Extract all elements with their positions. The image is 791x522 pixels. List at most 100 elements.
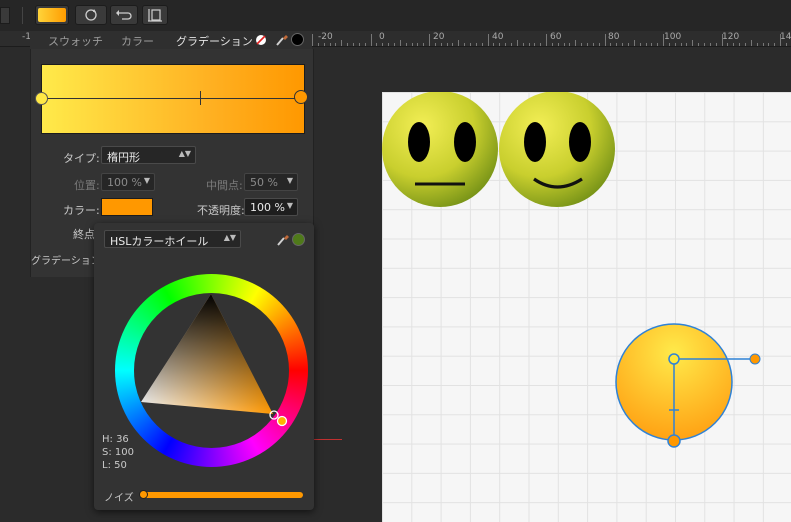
tab-swatches[interactable]: スウォッチ [48, 33, 103, 49]
ruler-tick [768, 43, 770, 46]
ruler-tick [481, 43, 483, 46]
ruler-tick [663, 34, 664, 46]
hue-readout: H: 36 [102, 434, 129, 445]
noise-slider[interactable] [141, 492, 303, 498]
ruler-tick [434, 43, 436, 46]
ruler-tick [376, 43, 378, 46]
ruler-tick [499, 43, 501, 46]
color-well[interactable] [291, 33, 304, 46]
current-color-well[interactable] [292, 233, 305, 246]
gradient-label: グラデーション [31, 256, 101, 267]
ruler-tick [493, 43, 495, 46]
no-fill-icon[interactable] [255, 34, 267, 46]
orange-circle-shape[interactable] [615, 323, 761, 448]
color-picker-popup: HSLカラーホイール ▲▼ H: 36 S: 100 L: 50 ノイズ [94, 223, 314, 510]
position-value: 100 % [107, 176, 142, 189]
canvas-artwork [382, 92, 761, 448]
ruler-tick [575, 40, 577, 46]
ruler-label: 80 [608, 32, 620, 42]
ruler-tick [610, 43, 612, 46]
undo-button[interactable] [110, 5, 138, 25]
panel-tabs: スウォッチ カラー グラデーション [30, 31, 312, 49]
document-canvas[interactable] [382, 92, 791, 522]
ruler-tick [370, 34, 372, 46]
ruler-tick [341, 40, 343, 46]
ruler-tick [317, 43, 319, 46]
ruler-tick [329, 43, 331, 46]
ruler-tick [715, 43, 717, 46]
saturation-readout: S: 100 [102, 447, 134, 458]
ruler-tick [411, 43, 413, 46]
stepper-icon[interactable] [0, 7, 10, 24]
saturation-lightness-triangle[interactable] [115, 274, 308, 467]
gradient-preview[interactable] [41, 64, 305, 134]
chevron-down-icon: ▼ [286, 176, 293, 185]
midpoint-label: 中間点: [206, 179, 243, 192]
ruler-tick [458, 40, 460, 46]
text-frame-button[interactable] [142, 5, 168, 25]
ruler-tick [540, 43, 542, 46]
toolbar-divider [22, 7, 23, 24]
ruler-label: 14 [780, 32, 791, 42]
tab-color[interactable]: カラー [121, 33, 154, 49]
canvas-marker-line [312, 439, 342, 440]
ruler-tick [534, 43, 536, 46]
ruler-tick [651, 43, 653, 46]
ruler-tick [487, 34, 489, 46]
ruler-tick [750, 40, 752, 46]
noise-slider-handle[interactable] [139, 490, 148, 499]
ruler-tick [417, 43, 419, 46]
type-label: タイプ: [63, 152, 100, 165]
opacity-field[interactable]: 100 % ▼ [244, 198, 298, 216]
top-toolbar [0, 0, 791, 32]
ruler-tick [358, 43, 360, 46]
ruler-tick [452, 43, 454, 46]
stop-color-swatch[interactable] [101, 198, 153, 216]
gradient-start-stop[interactable] [35, 92, 48, 105]
ruler-tick [639, 43, 641, 46]
ruler-tick [733, 43, 735, 46]
midpoint-field[interactable]: 50 % ▼ [244, 173, 298, 191]
refresh-button[interactable] [75, 5, 107, 25]
ruler-tick [516, 40, 518, 46]
eyedropper-icon[interactable] [275, 232, 289, 247]
ruler-tick [616, 43, 618, 46]
ruler-tick [587, 43, 588, 46]
ruler-tick [405, 43, 407, 46]
ruler-label: 20 [433, 32, 445, 42]
ruler-tick [557, 43, 559, 46]
ruler-tick [785, 43, 787, 46]
ruler-tick [680, 43, 682, 46]
gradient-midpoint-marker[interactable] [200, 91, 201, 105]
neutral-face-icon[interactable] [382, 92, 498, 207]
tab-gradient[interactable]: グラデーション [176, 33, 253, 49]
ruler-tick [440, 43, 442, 46]
ruler-tick [505, 43, 507, 46]
noise-label: ノイズ [104, 493, 134, 504]
chevron-updown-icon: ▲▼ [178, 149, 191, 158]
type-dropdown[interactable]: 楕円形 ▲▼ [101, 146, 196, 164]
ruler-tick [563, 43, 565, 46]
color-mode-dropdown[interactable]: HSLカラーホイール ▲▼ [104, 230, 241, 248]
ruler-tick [464, 43, 466, 46]
fill-color-swatch[interactable] [35, 5, 69, 25]
ruler-tick [692, 40, 694, 46]
ruler-tick [709, 43, 711, 46]
ruler-tick [470, 43, 471, 46]
gradient-track [43, 98, 303, 99]
chevron-updown-icon: ▲▼ [223, 233, 236, 242]
midpoint-value: 50 % [250, 176, 278, 189]
ruler-tick [704, 43, 705, 46]
eyedropper-icon[interactable] [274, 32, 288, 47]
gradient-end-stop[interactable] [294, 90, 308, 104]
ruler-tick [382, 43, 384, 46]
opacity-label: 不透明度: [197, 204, 245, 217]
ruler-tick [721, 34, 723, 46]
smiley-face-icon[interactable] [499, 92, 615, 207]
ruler-tick [739, 43, 741, 46]
ruler-tick [528, 43, 530, 46]
ruler-tick [604, 34, 606, 46]
ruler-tick [393, 43, 395, 46]
position-field[interactable]: 100 % ▼ [101, 173, 155, 191]
ruler-tick [756, 43, 758, 46]
